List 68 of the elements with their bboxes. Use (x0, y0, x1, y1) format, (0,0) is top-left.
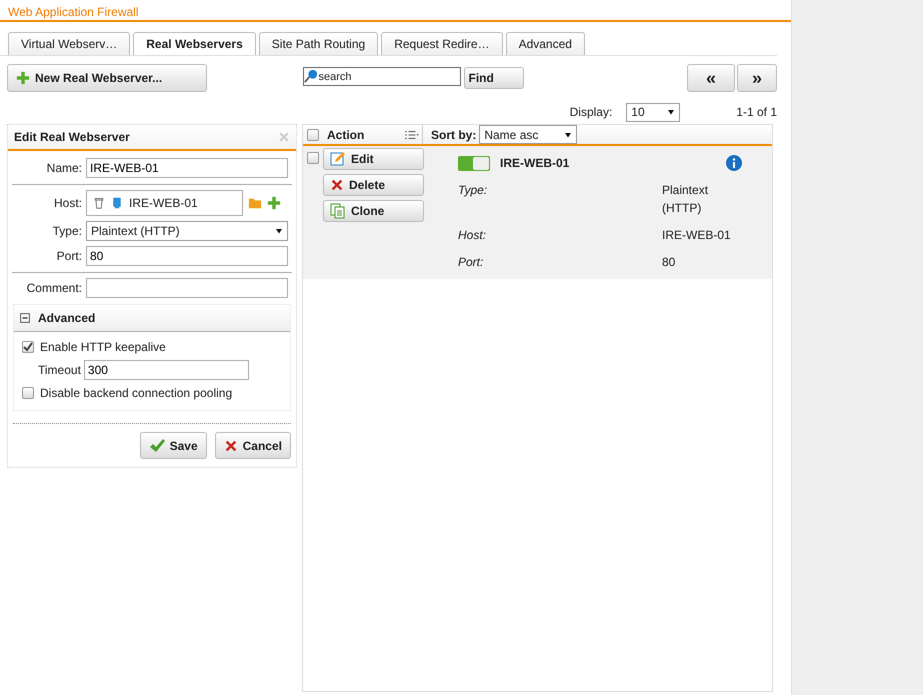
field-label: Comment: (26, 280, 82, 297)
tab[interactable]: Virtual Webserv… (8, 32, 130, 55)
x-icon (224, 438, 238, 452)
sort-select[interactable]: Name asc (479, 125, 578, 144)
new-button[interactable]: New Real Webserver... (7, 64, 207, 92)
page-range: 1-1 of 1 (736, 104, 777, 121)
find-button[interactable]: Find (464, 67, 524, 89)
checkbox-label: Enable HTTP keepalive (40, 339, 166, 356)
property-value: IRE-WEB-01 (662, 227, 732, 244)
delete-button[interactable]: Delete (323, 174, 424, 196)
checkbox[interactable] (22, 387, 34, 399)
type-select[interactable]: Plaintext (HTTP) (86, 221, 288, 241)
text-field[interactable]: 80 (86, 246, 288, 266)
x-icon (330, 178, 344, 192)
field-label: Type: (52, 223, 82, 240)
display-label: Display: (570, 104, 612, 121)
toggle-switch[interactable] (458, 156, 490, 170)
tab[interactable]: Advanced (506, 32, 585, 55)
tab[interactable]: Site Path Routing (258, 32, 378, 55)
tab[interactable]: Request Redire… (381, 32, 503, 55)
property-value: 80 (662, 254, 676, 271)
field-label: Port: (56, 248, 82, 265)
edit-icon (330, 151, 346, 167)
section-title: Advanced (38, 310, 96, 327)
timeout-field[interactable]: 300 (84, 360, 249, 380)
clone-button[interactable]: Clone (323, 200, 424, 222)
property-value: Plaintext (HTTP) (662, 182, 710, 217)
server-name: IRE-WEB-01 (500, 155, 570, 172)
column-header: Action (327, 126, 366, 144)
property-label: Port: (458, 254, 484, 271)
search-icon (304, 69, 318, 83)
previous-button[interactable]: « (687, 64, 735, 92)
save-button[interactable]: Save (140, 432, 207, 459)
checkbox[interactable] (307, 128, 319, 140)
trash-icon[interactable] (93, 196, 105, 210)
folder-icon[interactable] (247, 196, 263, 210)
field-label: Timeout (38, 362, 81, 379)
property-label: Host: (458, 227, 488, 244)
cancel-button[interactable]: Cancel (214, 432, 291, 459)
host-value: IRE-WEB-01 (129, 195, 198, 212)
dropdown-arrow-icon (667, 108, 676, 116)
dropdown-arrow-icon (275, 227, 283, 235)
info-icon[interactable] (726, 155, 742, 171)
next-button[interactable]: » (737, 64, 777, 92)
field-label: Name: (46, 160, 82, 177)
display-select[interactable]: 10 (626, 102, 680, 122)
tab[interactable]: Real Webservers (133, 32, 256, 55)
search-field[interactable]: search (302, 67, 460, 86)
panel-title: Edit Real Webserver (14, 129, 130, 146)
checkbox[interactable] (22, 341, 34, 353)
copy-icon (330, 203, 346, 219)
checkbox[interactable] (307, 152, 319, 164)
checkbox-label: Disable backend connection pooling (40, 385, 232, 402)
collapse-icon[interactable] (20, 313, 30, 323)
field-label: Host: (52, 195, 82, 212)
property-label: Type: (458, 182, 488, 199)
app-title: Web Application Firewall (8, 5, 139, 19)
plus-icon (16, 71, 30, 85)
text-field[interactable]: IRE-WEB-01 (86, 158, 288, 178)
checkmark-icon (148, 438, 165, 454)
text-field[interactable] (86, 278, 288, 298)
sort-label: Sort by: (431, 126, 476, 144)
dropdown-arrow-icon (564, 130, 572, 138)
plus-icon[interactable] (267, 196, 281, 210)
edit-button[interactable]: Edit (323, 148, 424, 170)
server-icon (111, 196, 123, 210)
list-menu-icon[interactable] (402, 128, 422, 140)
close-icon[interactable] (278, 131, 290, 143)
